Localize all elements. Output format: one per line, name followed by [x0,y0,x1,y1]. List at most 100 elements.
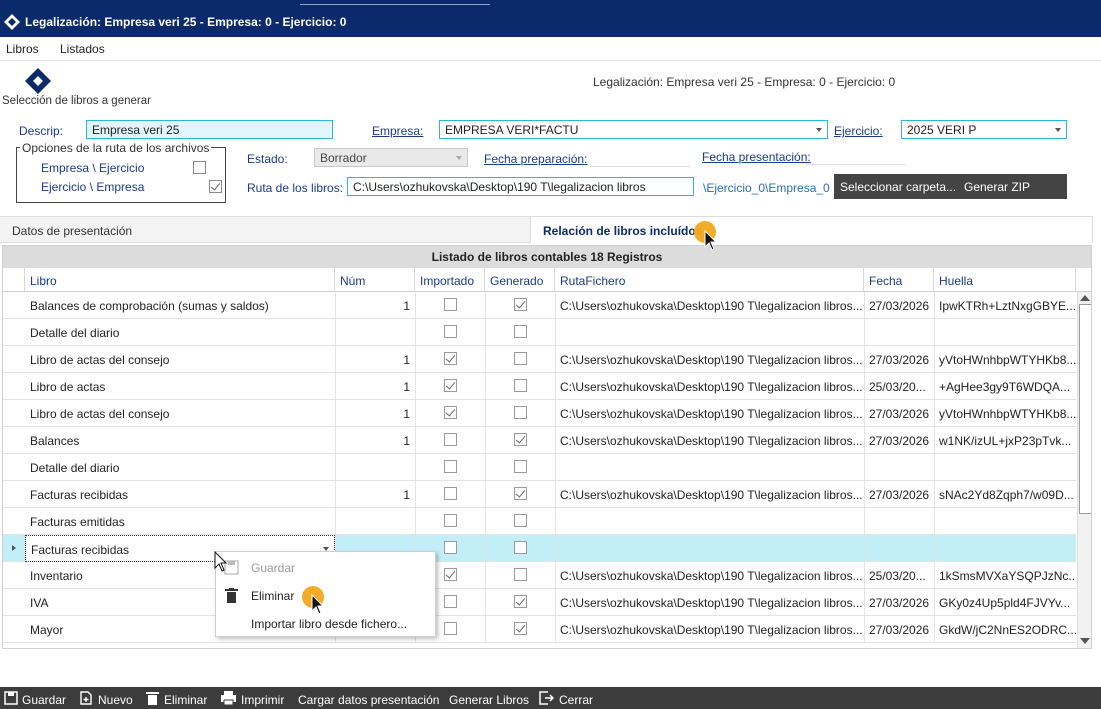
scroll-thumb[interactable] [1079,304,1091,514]
cell-huella[interactable] [934,454,1076,481]
table-row[interactable]: Detalle del diario [3,454,1076,481]
importado-checkbox[interactable] [443,514,457,527]
row-indicator[interactable] [3,562,25,589]
cell-huella[interactable]: yVtoHWnhbpWTYHKb8... [934,346,1076,373]
row-indicator[interactable] [3,535,25,562]
cell-num[interactable]: 1 [335,346,415,373]
bottom-imprimir-button[interactable]: Imprimir [241,693,284,707]
table-row[interactable]: Libro de actas del consejo 1 C:\Users\ozhu… [3,346,1076,373]
row-indicator[interactable] [3,427,25,454]
bottom-cargar-button[interactable]: Cargar datos presentación [298,693,439,707]
importado-checkbox[interactable] [443,460,457,473]
cell-ruta[interactable]: C:\Users\ozhukovska\Desktop\190 T\legali… [555,616,864,643]
column-header-importado[interactable]: Importado [415,268,485,292]
table-row[interactable]: Libro de actas 1 C:\Users\ozhukovska\Deskt… [3,373,1076,400]
cell-libro[interactable]: Libro de actas del consejo [25,400,335,427]
row-indicator[interactable] [3,400,25,427]
scroll-down-icon[interactable] [1080,638,1090,644]
table-row[interactable]: IVA C:\Users\ozhukovska\Desktop\190 T\leg… [3,589,1076,616]
generado-checkbox[interactable] [513,541,527,554]
descrip-field[interactable]: Empresa veri 25 [86,120,333,139]
cell-libro[interactable]: Balances de comprobación (sumas y saldos… [25,292,335,319]
cell-fecha[interactable]: 27/03/2026 [864,292,934,319]
cell-fecha[interactable]: 27/03/2026 [864,346,934,373]
empresa-label[interactable]: Empresa: [372,124,423,138]
estado-select[interactable]: Borrador [314,148,468,167]
cell-fecha[interactable]: 27/03/2026 [864,427,934,454]
cell-huella[interactable]: IpwKTRh+LztNxgGBYE... [934,292,1076,319]
table-row[interactable]: Balances de comprobación (sumas y saldos… [3,292,1076,319]
importado-checkbox[interactable] [443,487,457,500]
table-row[interactable]: Facturas recibidas 1 C:\Users\ozhukovska\D… [3,481,1076,508]
ejercicio-select[interactable]: 2025 VERI P [901,120,1067,139]
cell-ruta[interactable]: C:\Users\ozhukovska\Desktop\190 T\legali… [555,589,864,616]
generado-checkbox[interactable] [513,298,527,311]
generado-checkbox[interactable] [513,460,527,473]
fecha-preparacion-label[interactable]: Fecha preparación: [484,152,587,166]
row-indicator[interactable] [3,346,25,373]
cell-huella[interactable]: sNAc2Yd8Zqph7/w09D... [934,481,1076,508]
menu-libros[interactable]: Libros [6,42,39,56]
row-indicator[interactable] [3,454,25,481]
context-menu-guardar[interactable]: Guardar [251,561,295,575]
cell-ruta[interactable] [555,454,864,481]
menu-listados[interactable]: Listados [60,42,105,56]
cell-ruta[interactable]: C:\Users\ozhukovska\Desktop\190 T\legali… [555,373,864,400]
row-indicator[interactable] [3,292,25,319]
importado-checkbox[interactable] [443,595,457,608]
vertical-scrollbar[interactable] [1077,292,1091,648]
cell-libro[interactable]: Detalle del diario [25,454,335,481]
cell-ruta[interactable]: C:\Users\ozhukovska\Desktop\190 T\legali… [555,346,864,373]
row-indicator[interactable] [3,373,25,400]
tab-relacion-libros[interactable]: Relación de libros incluídos [530,216,1093,243]
cell-huella[interactable]: w1NK/izUL+jxP23pTvk... [934,427,1076,454]
generado-checkbox[interactable] [513,487,527,500]
table-row[interactable]: Detalle del diario [3,319,1076,346]
cell-ruta[interactable] [555,319,864,346]
bottom-nuevo-button[interactable]: Nuevo [98,693,133,707]
cell-fecha[interactable] [864,508,934,535]
fecha-preparacion-field[interactable] [590,166,690,167]
option-ejercicio-empresa-checkbox[interactable] [209,180,223,193]
cell-huella[interactable] [934,508,1076,535]
table-row[interactable]: Mayor C:\Users\ozhukovska\Desktop\190 T\l… [3,616,1076,643]
cell-libro[interactable]: Facturas emitidas [25,508,335,535]
cell-fecha[interactable]: 25/03/20... [864,562,934,589]
ejercicio-label[interactable]: Ejercicio: [834,124,883,138]
fecha-presentacion-field[interactable] [806,164,906,165]
fecha-presentacion-label[interactable]: Fecha presentación: [702,150,811,164]
table-row[interactable]: Libro de actas del consejo 1 C:\Users\ozhu… [3,400,1076,427]
cell-huella[interactable]: GkdW/jC2NnES2ODRC... [934,616,1076,643]
cell-fecha[interactable]: 25/03/20... [864,373,934,400]
row-indicator[interactable] [3,319,25,346]
generado-checkbox[interactable] [513,568,527,581]
scroll-up-icon[interactable] [1080,295,1090,301]
generado-checkbox[interactable] [513,433,527,446]
cell-huella[interactable]: +AgHee3gy9T6WDQA... [934,373,1076,400]
option-empresa-ejercicio-checkbox[interactable] [193,161,206,174]
cell-huella[interactable]: yVtoHWnhbpWTYHKb8... [934,400,1076,427]
column-header-fecha[interactable]: Fecha [864,268,934,292]
generado-checkbox[interactable] [513,379,527,392]
importado-checkbox[interactable] [443,406,457,419]
column-header-generado[interactable]: Generado [485,268,555,292]
generado-checkbox[interactable] [513,352,527,365]
cell-fecha[interactable]: 27/03/2026 [864,589,934,616]
column-header-huella[interactable]: Huella [934,268,1076,292]
cell-ruta[interactable]: C:\Users\ozhukovska\Desktop\190 T\legali… [555,481,864,508]
cell-fecha[interactable] [864,535,934,562]
bottom-guardar-button[interactable]: Guardar [22,693,66,707]
table-row[interactable]: Facturas recibidas [3,535,1076,562]
cell-fecha[interactable]: 27/03/2026 [864,616,934,643]
row-indicator[interactable] [3,589,25,616]
table-row[interactable]: Inventario C:\Users\ozhukovska\Desktop\19… [3,562,1076,589]
context-menu-eliminar[interactable]: Eliminar [251,589,294,603]
generado-checkbox[interactable] [513,325,527,338]
cell-fecha[interactable]: 27/03/2026 [864,400,934,427]
importado-checkbox[interactable] [443,568,457,581]
cell-huella[interactable] [934,319,1076,346]
cell-num[interactable] [335,454,415,481]
generado-checkbox[interactable] [513,595,527,608]
cell-num[interactable]: 1 [335,292,415,319]
cell-libro[interactable]: Libro de actas [25,373,335,400]
